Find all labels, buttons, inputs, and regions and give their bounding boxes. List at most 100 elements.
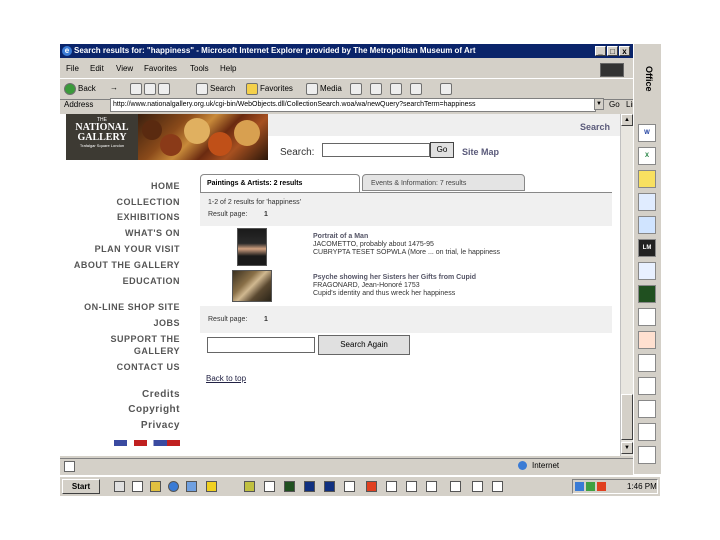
links-button[interactable]: Links <box>626 100 633 109</box>
nav-about-the-gallery[interactable]: ABOUT THE GALLERY <box>74 260 180 270</box>
spreadsheet-icon[interactable] <box>638 446 656 464</box>
result-page-number-bottom[interactable]: 1 <box>264 316 268 323</box>
nav-online-shop[interactable]: ON-LINE SHOP SITE <box>84 302 180 312</box>
search-again-button[interactable]: Search Again <box>318 335 410 355</box>
spreadsheet-icon[interactable] <box>638 400 656 418</box>
nav-home[interactable]: HOME <box>151 181 180 191</box>
task-icon[interactable] <box>386 481 397 492</box>
minimize-button[interactable]: _ <box>595 46 606 56</box>
address-dropdown-icon[interactable]: ▼ <box>594 98 604 110</box>
task-icon[interactable] <box>426 481 437 492</box>
site-map-link[interactable]: Site Map <box>462 147 499 157</box>
nav-contact-us[interactable]: CONTACT US <box>117 362 180 372</box>
nav-plan-your-visit[interactable]: PLAN YOUR VISIT <box>95 244 180 254</box>
nav-exhibitions[interactable]: EXHIBITIONS <box>117 212 180 222</box>
excel-icon[interactable]: X <box>638 147 656 165</box>
site-search-input[interactable] <box>322 143 430 157</box>
back-to-top-link[interactable]: Back to top <box>206 374 246 383</box>
refresh-button[interactable] <box>144 83 158 95</box>
search-link[interactable]: Search <box>580 122 610 132</box>
nav-jobs[interactable]: JOBS <box>153 318 180 328</box>
menu-help[interactable]: Help <box>220 64 236 73</box>
spreadsheet-icon[interactable] <box>638 423 656 441</box>
task-icon[interactable] <box>406 481 417 492</box>
task-icon[interactable] <box>304 481 315 492</box>
menu-edit[interactable]: Edit <box>90 64 104 73</box>
favorites-button[interactable]: Favorites <box>246 83 293 95</box>
result-page-number[interactable]: 1 <box>264 211 268 218</box>
outlook-icon[interactable] <box>638 170 656 188</box>
maximize-button[interactable]: □ <box>607 46 618 56</box>
internet-explorer-icon[interactable] <box>638 216 656 234</box>
spreadsheet-icon[interactable] <box>638 377 656 395</box>
menu-favorites[interactable]: Favorites <box>144 64 177 73</box>
task-icon[interactable] <box>344 481 355 492</box>
document-icon[interactable] <box>638 308 656 326</box>
lm-icon[interactable]: LM <box>638 239 656 257</box>
search-again-input[interactable] <box>207 337 315 353</box>
tray-icon[interactable] <box>586 482 595 491</box>
address-input[interactable]: http://www.nationalgallery.org.uk/cgi-bi… <box>110 98 596 112</box>
find-icon[interactable] <box>638 193 656 211</box>
quicklaunch-icon[interactable] <box>186 481 197 492</box>
network-icon[interactable] <box>638 262 656 280</box>
task-icon[interactable] <box>450 481 461 492</box>
vertical-scrollbar[interactable]: ▲ ▼ <box>620 114 633 456</box>
task-icon[interactable] <box>324 481 335 492</box>
nav-credits[interactable]: Credits <box>142 389 180 400</box>
desktop-icon[interactable] <box>114 481 125 492</box>
forward-button[interactable]: → <box>110 83 118 92</box>
close-button[interactable]: x <box>619 46 630 56</box>
home-button[interactable] <box>158 83 172 95</box>
task-icon[interactable] <box>264 481 275 492</box>
nav-whats-on[interactable]: WHAT'S ON <box>125 228 180 238</box>
portrait-of-a-man-thumbnail[interactable] <box>237 228 267 266</box>
clipboard-icon[interactable] <box>638 354 656 372</box>
result-title[interactable]: Psyche showing her Sisters her Gifts fro… <box>313 274 476 281</box>
quicklaunch-icon[interactable] <box>150 481 161 492</box>
scroll-thumb[interactable] <box>621 394 633 440</box>
tray-icon[interactable] <box>575 482 584 491</box>
word-icon[interactable]: W <box>638 124 656 142</box>
stop-button[interactable] <box>130 83 144 95</box>
quicklaunch-icon[interactable] <box>206 481 217 492</box>
nav-support-line2[interactable]: GALLERY <box>134 346 180 356</box>
task-icon[interactable] <box>366 481 377 492</box>
psyche-painting-thumbnail[interactable] <box>232 270 272 302</box>
nav-education[interactable]: EDUCATION <box>123 276 180 286</box>
scroll-down-icon[interactable]: ▼ <box>621 442 633 454</box>
menu-tools[interactable]: Tools <box>190 64 209 73</box>
history-button[interactable] <box>350 83 364 95</box>
acrobat-icon[interactable] <box>638 331 656 349</box>
language-flags-icon[interactable] <box>114 440 180 446</box>
task-icon[interactable] <box>244 481 255 492</box>
nav-support-line1[interactable]: SUPPORT THE <box>110 334 180 344</box>
menu-view[interactable]: View <box>116 64 133 73</box>
go-button[interactable]: Go <box>609 100 620 109</box>
quicklaunch-icon[interactable] <box>132 481 143 492</box>
access-icon[interactable] <box>638 285 656 303</box>
site-go-button[interactable]: Go <box>430 142 454 158</box>
menu-file[interactable]: File <box>66 64 79 73</box>
discuss-button[interactable] <box>440 83 454 95</box>
back-button[interactable]: Back <box>64 83 96 95</box>
tray-icon[interactable] <box>597 482 606 491</box>
quicklaunch-icon[interactable] <box>168 481 179 492</box>
print-button[interactable] <box>390 83 404 95</box>
tab-paintings-artists[interactable]: Paintings & Artists: 2 results <box>200 174 360 192</box>
nav-copyright[interactable]: Copyright <box>128 404 180 415</box>
media-button[interactable]: Media <box>306 83 342 95</box>
edit-button[interactable] <box>410 83 424 95</box>
result-title[interactable]: Portrait of a Man <box>313 233 368 240</box>
task-icon[interactable] <box>284 481 295 492</box>
mail-button[interactable] <box>370 83 384 95</box>
nav-collection[interactable]: COLLECTION <box>117 197 181 207</box>
task-icon[interactable] <box>492 481 503 492</box>
task-icon[interactable] <box>472 481 483 492</box>
scroll-up-icon[interactable]: ▲ <box>621 114 633 126</box>
start-button[interactable]: Start <box>62 479 100 494</box>
national-gallery-logo[interactable]: THE NATIONAL GALLERY Trafalgar Square Lo… <box>66 114 138 160</box>
search-button[interactable]: Search <box>196 83 235 95</box>
tab-events-information[interactable]: Events & Information: 7 results <box>362 174 525 191</box>
nav-privacy[interactable]: Privacy <box>141 420 180 431</box>
